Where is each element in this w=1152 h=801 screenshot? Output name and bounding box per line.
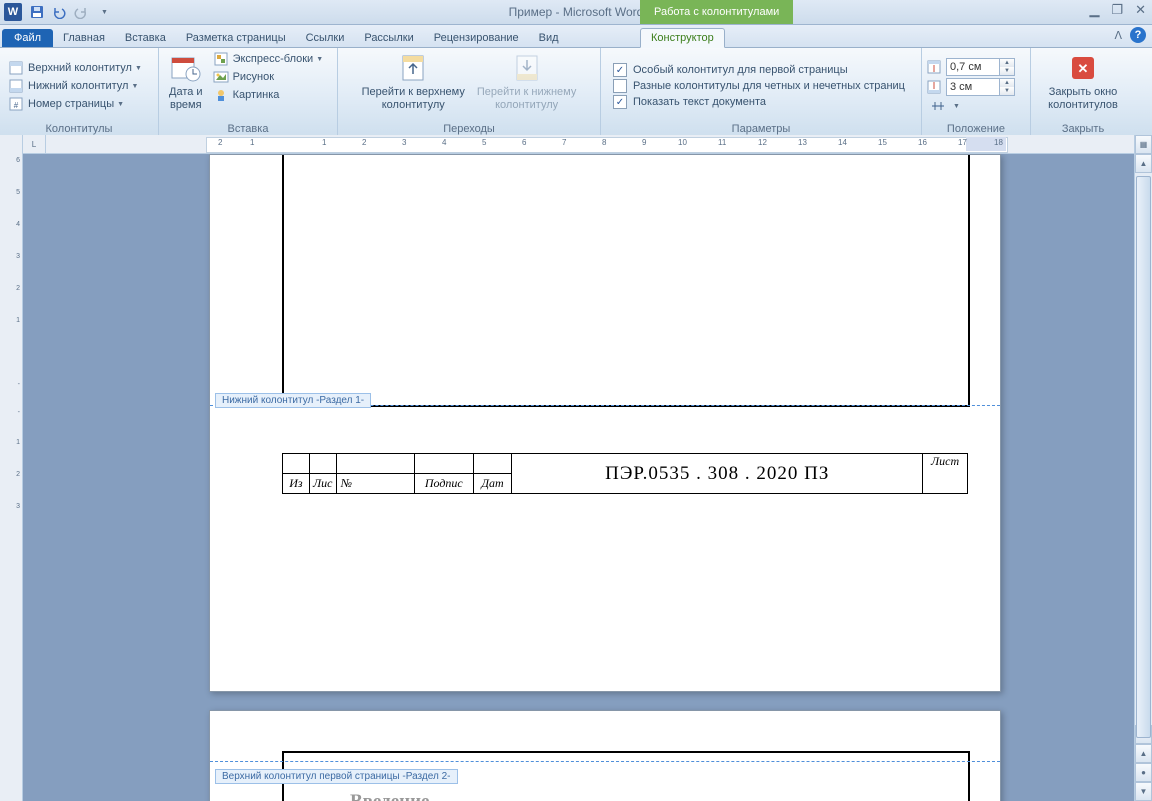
collapse-ribbon-icon[interactable]: ᐱ xyxy=(1114,29,1122,42)
quick-access-toolbar: ▼ xyxy=(28,3,112,21)
different-odd-even-checkbox[interactable]: Разные колонтитулы для четных и нечетных… xyxy=(609,78,909,94)
page-number-icon: # xyxy=(8,96,24,112)
spinner-up-icon[interactable]: ▲ xyxy=(1000,79,1014,87)
minimize-button[interactable]: ▁ xyxy=(1089,2,1099,18)
restore-button[interactable]: ❐ xyxy=(1111,2,1123,18)
footer-button[interactable]: Нижний колонтитул▼ xyxy=(4,77,142,95)
tab-page-layout[interactable]: Разметка страницы xyxy=(176,29,296,47)
stamp-code: ПЭР.0535 . 308 . 2020 ПЗ xyxy=(512,454,923,494)
stamp-table: ПЭР.0535 . 308 . 2020 ПЗ Лист Из Лис № П… xyxy=(282,453,968,494)
footer-icon xyxy=(8,78,24,94)
vertical-ruler[interactable]: 654 321 -- 123 xyxy=(0,135,23,801)
close-header-footer-button[interactable]: ✕ Закрыть окно колонтитулов xyxy=(1042,50,1124,114)
checkbox-icon xyxy=(613,79,627,93)
spinner-up-icon[interactable]: ▲ xyxy=(1000,59,1014,67)
tab-view[interactable]: Вид xyxy=(529,29,569,47)
footer-from-bottom-spinner[interactable]: ▲▼ xyxy=(926,78,1015,96)
contextual-tab-title: Работа с колонтитулами xyxy=(640,0,793,24)
header-position-icon xyxy=(926,59,942,75)
page-number-button[interactable]: #Номер страницы▼ xyxy=(4,95,128,113)
undo-icon[interactable] xyxy=(50,3,68,21)
header-from-top-input[interactable] xyxy=(946,58,1000,76)
document-workspace: 654 321 -- 123 L 21 123 456 789 101112 1… xyxy=(0,135,1152,801)
goto-footer-button: Перейти к нижнему колонтитулу xyxy=(471,50,582,114)
tab-insert[interactable]: Вставка xyxy=(115,29,176,47)
save-icon[interactable] xyxy=(28,3,46,21)
vertical-scrollbar[interactable]: ▦ ▲ ▼ ▲ ● ▼ xyxy=(1134,135,1152,801)
svg-text:#: # xyxy=(14,101,19,110)
goto-header-icon xyxy=(397,52,429,84)
quick-parts-button[interactable]: Экспресс-блоки▼ xyxy=(209,50,328,68)
tab-home[interactable]: Главная xyxy=(53,29,115,47)
browse-object-icon[interactable]: ● xyxy=(1135,763,1152,782)
doc-heading: Введение xyxy=(350,791,430,801)
spinner-down-icon[interactable]: ▼ xyxy=(1000,87,1014,95)
help-icon[interactable]: ? xyxy=(1130,27,1146,43)
header-icon xyxy=(8,60,24,76)
tab-selector[interactable]: L xyxy=(23,135,46,153)
horizontal-ruler[interactable]: 21 123 456 789 101112 131415 161718 xyxy=(46,135,1134,153)
ribbon: Верхний колонтитул▼ Нижний колонтитул▼ #… xyxy=(0,48,1152,138)
title-bar: W ▼ Пример - Microsoft Word Работа с кол… xyxy=(0,0,1152,25)
close-icon: ✕ xyxy=(1072,57,1094,79)
goto-header-button[interactable]: Перейти к верхнему колонтитулу xyxy=(356,50,471,114)
qat-customize-icon[interactable]: ▼ xyxy=(94,3,112,21)
redo-icon[interactable] xyxy=(72,3,90,21)
next-page-icon[interactable]: ▼ xyxy=(1135,782,1152,801)
tab-file[interactable]: Файл xyxy=(2,29,53,47)
previous-page-icon[interactable]: ▲ xyxy=(1135,744,1152,763)
checkbox-icon: ✓ xyxy=(613,95,627,109)
document-canvas[interactable]: Нижний колонтитул -Раздел 1- ПЭР.0535 . … xyxy=(23,154,1134,801)
scrollbar-thumb[interactable] xyxy=(1136,176,1151,738)
stamp-sheet: Лист xyxy=(923,454,968,494)
insert-alignment-tab-button[interactable]: ▼ xyxy=(926,97,964,115)
tab-mailings[interactable]: Рассылки xyxy=(354,29,423,47)
app-icon: W xyxy=(4,3,22,21)
tab-design[interactable]: Конструктор xyxy=(640,28,725,48)
picture-button[interactable]: Рисунок xyxy=(209,68,328,86)
clipart-button[interactable]: Картинка xyxy=(209,86,328,104)
quick-parts-icon xyxy=(213,51,229,67)
picture-icon xyxy=(213,69,229,85)
different-first-page-checkbox[interactable]: ✓Особый колонтитул для первой страницы xyxy=(609,62,852,78)
page-1: Нижний колонтитул -Раздел 1- ПЭР.0535 . … xyxy=(209,154,1001,692)
footer-position-icon xyxy=(926,79,942,95)
tab-review[interactable]: Рецензирование xyxy=(424,29,529,47)
alignment-tab-icon xyxy=(930,98,946,114)
header-button[interactable]: Верхний колонтитул▼ xyxy=(4,59,146,77)
header-first-section-tag: Верхний колонтитул первой страницы -Разд… xyxy=(215,769,458,784)
footer-from-bottom-input[interactable] xyxy=(946,78,1000,96)
close-window-button[interactable]: ✕ xyxy=(1135,2,1146,18)
checkbox-icon: ✓ xyxy=(613,63,627,77)
ruler-toggle-icon[interactable]: ▦ xyxy=(1135,135,1152,154)
goto-footer-icon xyxy=(511,52,543,84)
scroll-up-icon[interactable]: ▲ xyxy=(1135,154,1152,173)
window-title: Пример - Microsoft Word xyxy=(0,5,1152,19)
date-time-button[interactable]: Дата и время xyxy=(163,50,209,114)
header-from-top-spinner[interactable]: ▲▼ xyxy=(926,58,1015,76)
show-document-text-checkbox[interactable]: ✓Показать текст документа xyxy=(609,94,770,110)
ribbon-tabs: Файл Главная Вставка Разметка страницы С… xyxy=(0,25,1152,48)
page-2: Верхний колонтитул первой страницы -Разд… xyxy=(209,710,1001,801)
tab-references[interactable]: Ссылки xyxy=(296,29,355,47)
clipart-icon xyxy=(213,87,229,103)
spinner-down-icon[interactable]: ▼ xyxy=(1000,67,1014,75)
calendar-icon xyxy=(170,52,202,84)
footer-section-tag: Нижний колонтитул -Раздел 1- xyxy=(215,393,371,408)
